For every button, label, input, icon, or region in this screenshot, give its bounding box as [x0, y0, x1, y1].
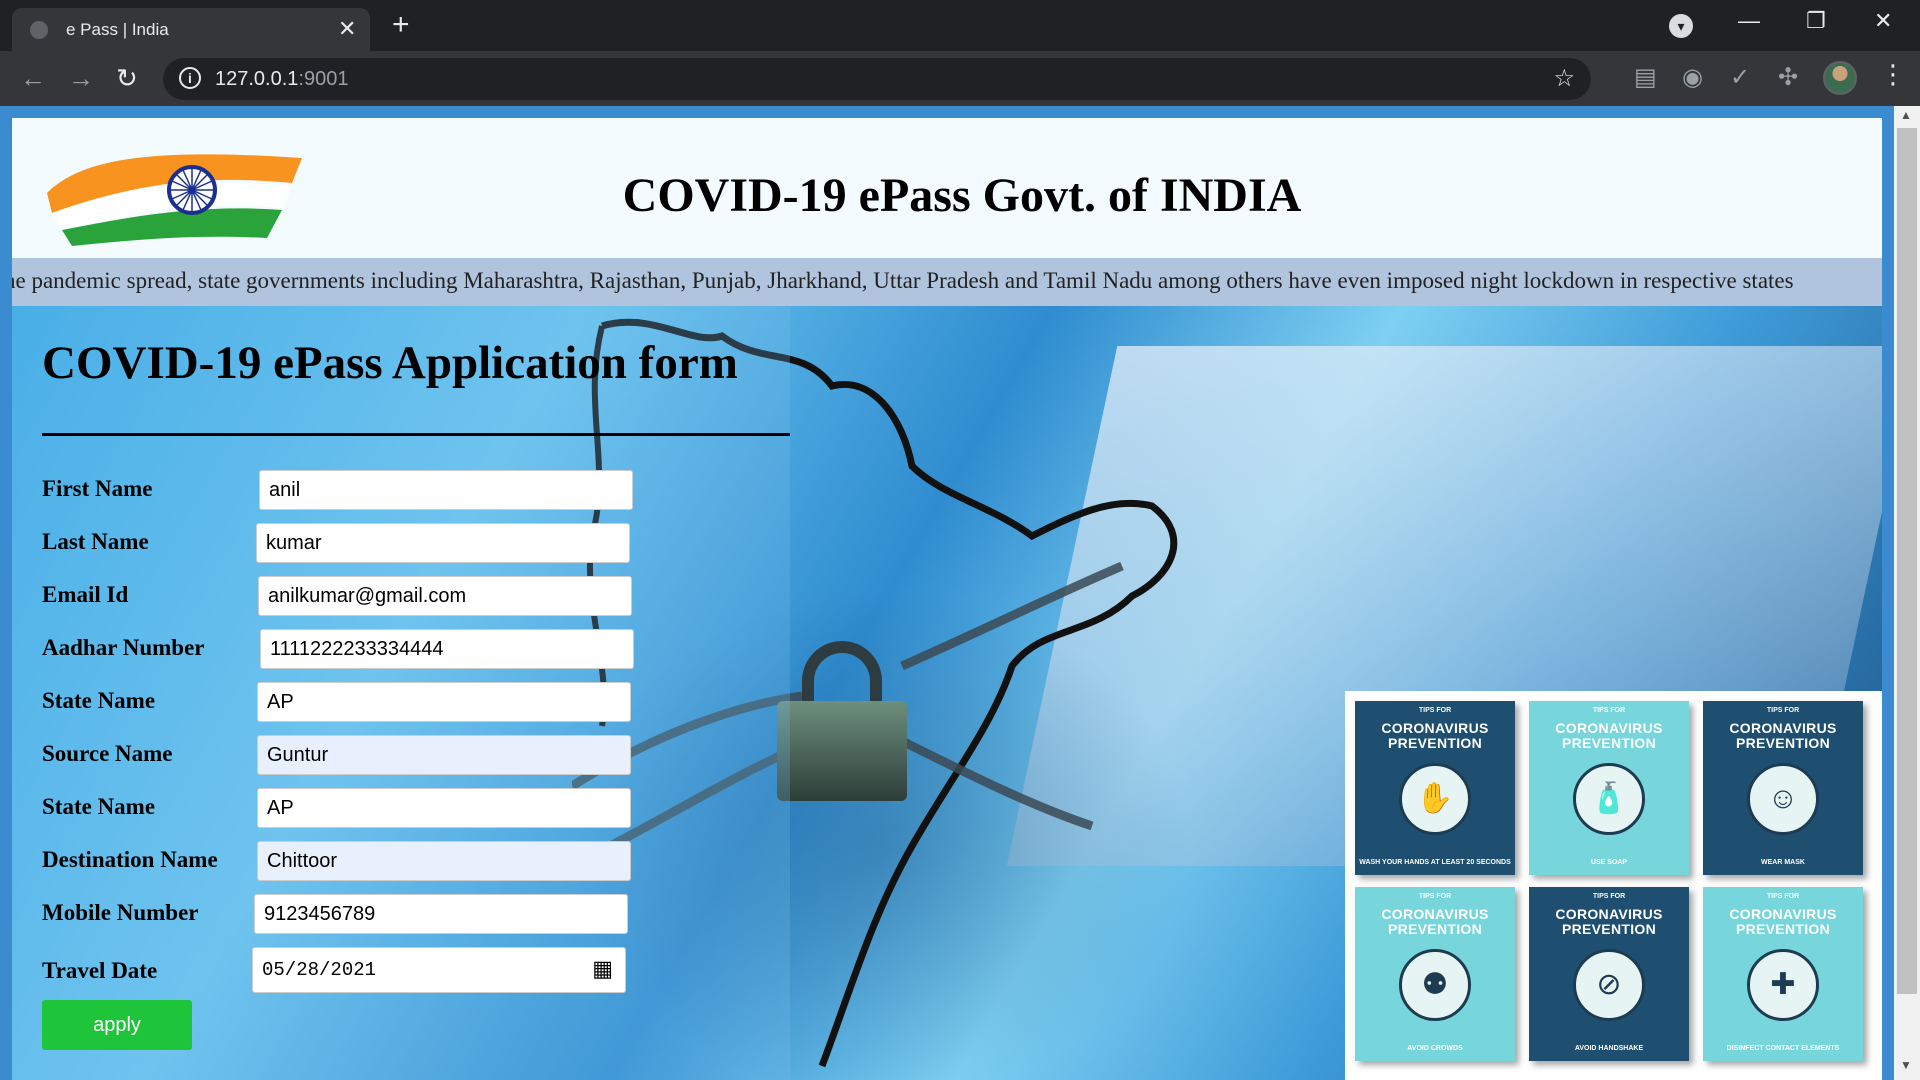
soap-icon: 🧴	[1573, 763, 1645, 835]
tip-card-use-soap: TIPS FOR CORONAVIRUS PREVENTION 🧴 USE SO…	[1529, 701, 1689, 875]
tip-tips-for: TIPS FOR	[1592, 707, 1626, 714]
url-text[interactable]: 127.0.0.1:9001	[215, 68, 348, 91]
last-name-label: Last Name	[42, 529, 149, 554]
aadhar-input[interactable]: 1111222233334444	[260, 629, 634, 669]
tip-card-avoid-handshake: TIPS FOR CORONAVIRUS PREVENTION ⊘ AVOID …	[1529, 887, 1689, 1061]
address-bar[interactable]: i 127.0.0.1:9001 ☆	[163, 58, 1591, 100]
tip-heading: CORONAVIRUS PREVENTION	[1555, 906, 1663, 937]
source-state-input[interactable]: AP	[257, 682, 631, 722]
hand-wash-icon: ✋	[1399, 763, 1471, 835]
tab-search-icon[interactable]: ▾	[1669, 14, 1693, 38]
check-extension-icon[interactable]: ✓	[1730, 63, 1750, 92]
tip-card-wash-hands: TIPS FOR CORONAVIRUS PREVENTION ✋ WASH Y…	[1355, 701, 1515, 875]
calendar-icon[interactable]: ▦	[592, 948, 613, 992]
first-name-input[interactable]: anil	[259, 470, 633, 510]
travel-date-label: Travel Date	[42, 958, 158, 983]
spray-icon: ✚	[1747, 949, 1819, 1021]
page-viewport: COVID-19 ePass Govt. of INDIA he pandemi…	[0, 106, 1920, 1080]
form-title: COVID-19 ePass Application form	[42, 337, 738, 389]
profile-avatar[interactable]	[1823, 61, 1857, 95]
tip-heading: CORONAVIRUS PREVENTION	[1381, 906, 1489, 937]
page: COVID-19 ePass Govt. of INDIA he pandemi…	[12, 118, 1882, 1080]
tip-caption: WEAR MASK	[1761, 859, 1805, 866]
first-name-label: First Name	[42, 476, 153, 501]
news-marquee: he pandemic spread, state governments in…	[12, 258, 1882, 306]
destination-name-label: Destination Name	[42, 847, 218, 872]
tip-heading: CORONAVIRUS PREVENTION	[1729, 906, 1837, 937]
reload-button[interactable]: ↻	[116, 63, 138, 94]
tip-caption: AVOID CROWDS	[1407, 1045, 1463, 1052]
mobile-number-input[interactable]: 9123456789	[254, 894, 628, 934]
site-info-icon[interactable]: i	[179, 67, 201, 89]
travel-date-input[interactable]: 05/28/2021 ▦	[252, 947, 626, 993]
url-port: :9001	[298, 68, 349, 90]
last-name-input[interactable]: kumar	[256, 523, 630, 563]
tip-heading: CORONAVIRUS PREVENTION	[1381, 720, 1489, 751]
scrollbar-thumb[interactable]	[1897, 128, 1917, 994]
email-input[interactable]: anilkumar@gmail.com	[258, 576, 632, 616]
source-name-input[interactable]: Guntur	[257, 735, 631, 775]
tip-card-wear-mask: TIPS FOR CORONAVIRUS PREVENTION ☺ WEAR M…	[1703, 701, 1863, 875]
minimize-button[interactable]: —	[1738, 8, 1760, 34]
url-host: 127.0.0.1	[215, 68, 299, 90]
mask-icon: ☺	[1747, 763, 1819, 835]
camera-extension-icon[interactable]: ◉	[1682, 63, 1703, 92]
site-header: COVID-19 ePass Govt. of INDIA	[12, 118, 1882, 258]
tip-caption: AVOID HANDSHAKE	[1574, 1045, 1644, 1052]
clipboard-extension-icon[interactable]: ▤	[1634, 63, 1657, 92]
tip-tips-for: TIPS FOR	[1766, 893, 1800, 900]
padlock-image	[777, 701, 907, 801]
tip-heading: CORONAVIRUS PREVENTION	[1555, 720, 1663, 751]
tab-close-icon[interactable]: ✕	[338, 16, 356, 42]
destination-state-label: State Name	[42, 794, 156, 819]
state-name-label: State Name	[42, 688, 156, 713]
email-label: Email Id	[42, 582, 129, 607]
marquee-text: he pandemic spread, state governments in…	[12, 268, 1794, 293]
browser-tab[interactable]: e Pass | India ✕	[12, 8, 370, 51]
restore-button[interactable]: ❐	[1806, 8, 1826, 34]
bookmark-star-icon[interactable]: ☆	[1553, 64, 1575, 93]
back-button[interactable]: ←	[20, 63, 46, 94]
forward-button[interactable]: →	[68, 63, 94, 94]
tip-caption: WASH YOUR HANDS AT LEAST 20 SECONDS	[1359, 859, 1511, 866]
tab-title: e Pass | India	[66, 20, 169, 39]
form-divider	[42, 433, 790, 436]
tip-tips-for: TIPS FOR	[1766, 707, 1800, 714]
tip-card-avoid-crowds: TIPS FOR CORONAVIRUS PREVENTION ⚉ AVOID …	[1355, 887, 1515, 1061]
destination-state-input[interactable]: AP	[257, 788, 631, 828]
tab-strip: e Pass | India ✕ + ▾ — ❐ ✕	[0, 0, 1920, 51]
scroll-down-arrow-icon[interactable]: ▼	[1900, 1058, 1912, 1072]
browser-menu-icon[interactable]: ⋮	[1880, 59, 1906, 90]
destination-name-input[interactable]: Chittoor	[257, 841, 631, 881]
source-name-label: Source Name	[42, 741, 173, 766]
tip-caption: USE SOAP	[1590, 859, 1628, 866]
prevention-tips-poster: TIPS FOR CORONAVIRUS PREVENTION ✋ WASH Y…	[1345, 691, 1882, 1080]
new-tab-button[interactable]: +	[392, 8, 410, 42]
globe-icon	[30, 21, 48, 39]
tip-tips-for: TIPS FOR	[1418, 893, 1452, 900]
mobile-number-label: Mobile Number	[42, 900, 199, 925]
aadhar-label: Aadhar Number	[42, 635, 205, 660]
travel-date-value: 05/28/2021	[262, 959, 377, 981]
window-close-button[interactable]: ✕	[1874, 8, 1892, 34]
tip-caption: DISINFECT CONTACT ELEMENTS	[1726, 1045, 1840, 1052]
extensions-puzzle-icon[interactable]: ✣	[1778, 63, 1798, 92]
scroll-up-arrow-icon[interactable]: ▲	[1900, 108, 1912, 122]
browser-toolbar: ← → ↻ i 127.0.0.1:9001 ☆ ▤ ◉ ✓ ✣ ⋮	[0, 51, 1920, 106]
tip-tips-for: TIPS FOR	[1592, 893, 1626, 900]
tip-card-disinfect: TIPS FOR CORONAVIRUS PREVENTION ✚ DISINF…	[1703, 887, 1863, 1061]
crowd-icon: ⚉	[1399, 949, 1471, 1021]
handshake-icon: ⊘	[1573, 949, 1645, 1021]
tip-tips-for: TIPS FOR	[1418, 707, 1452, 714]
page-title: COVID-19 ePass Govt. of INDIA	[622, 169, 1302, 222]
tip-heading: CORONAVIRUS PREVENTION	[1729, 720, 1837, 751]
apply-button[interactable]: apply	[42, 1000, 192, 1050]
